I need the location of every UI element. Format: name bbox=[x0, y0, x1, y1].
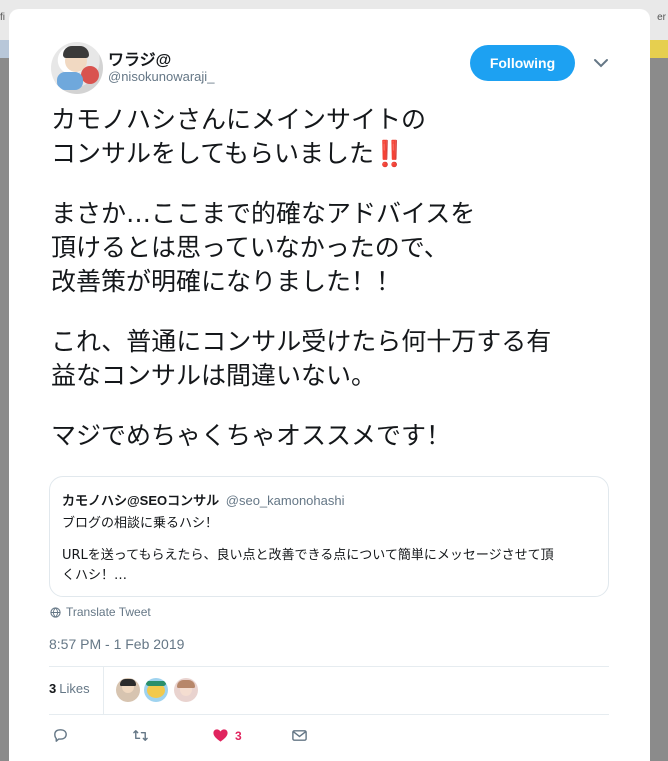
background-text-left: fi bbox=[0, 12, 5, 23]
quoted-text-gap bbox=[62, 534, 596, 546]
tweet-text-line: マジでめちゃくちゃオススメです！ bbox=[51, 421, 452, 450]
envelope-icon bbox=[292, 730, 307, 741]
translate-tweet-link[interactable]: Translate Tweet bbox=[50, 605, 151, 619]
globe-icon bbox=[50, 606, 61, 618]
tweet-text: カモノハシさんにメインサイトの コンサルをしてもらいました‼️ まさか…ここまで… bbox=[51, 103, 631, 453]
quoted-tweet-text: ブログの相談に乗るハシ！ URLを送ってもらえたら、良い点と改善できる点について… bbox=[62, 514, 596, 586]
liker-avatar[interactable] bbox=[144, 678, 168, 702]
tweet-text-line: 益なコンサルは間違いない。 bbox=[51, 361, 377, 390]
tweet-text-line: 頂けるとは思っていなかったので、 bbox=[51, 233, 449, 262]
display-name[interactable]: ワラジ@ bbox=[108, 46, 171, 70]
chevron-down-icon[interactable] bbox=[591, 55, 611, 71]
quoted-user-handle: @seo_kamonohashi bbox=[225, 493, 345, 508]
avatar-body bbox=[57, 72, 83, 90]
retweet-icon bbox=[133, 730, 148, 741]
quoted-text-line: くハシ！… bbox=[62, 568, 128, 583]
likes-label: Likes bbox=[59, 681, 90, 696]
likes-summary[interactable]: 3 Likes bbox=[49, 681, 90, 696]
tweet-text-line: これ、普通にコンサル受けたら何十万する有 bbox=[51, 327, 552, 356]
tweet-text-gap bbox=[51, 299, 631, 325]
tweet-text-line: まさか…ここまで的確なアドバイスを bbox=[51, 199, 476, 228]
heart-icon bbox=[213, 729, 228, 742]
double-exclamation-emoji: ‼️ bbox=[374, 139, 406, 168]
likes-divider bbox=[103, 666, 104, 714]
avatar[interactable] bbox=[51, 42, 103, 94]
direct-message-button[interactable] bbox=[291, 727, 308, 744]
avatar-hair bbox=[63, 46, 89, 58]
liker-avatar[interactable] bbox=[174, 678, 198, 702]
avatar-ball bbox=[81, 66, 99, 84]
likes-count: 3 bbox=[49, 681, 57, 696]
quoted-display-name: カモノハシ@SEOコンサル bbox=[62, 493, 220, 508]
user-handle[interactable]: @nisokunowaraji_ bbox=[108, 69, 214, 84]
tweet-timestamp[interactable]: 8:57 PM - 1 Feb 2019 bbox=[49, 636, 184, 652]
quoted-text-line: ブログの相談に乗るハシ！ bbox=[62, 516, 219, 531]
quoted-tweet[interactable]: カモノハシ@SEOコンサル @seo_kamonohashi ブログの相談に乗る… bbox=[49, 476, 609, 597]
reply-icon bbox=[54, 729, 67, 742]
divider bbox=[49, 714, 609, 715]
tweet-text-gap bbox=[51, 393, 631, 419]
tweet-text-line: コンサルをしてもらいました‼️ bbox=[51, 137, 631, 171]
tweet-text-line-content: コンサルをしてもらいました bbox=[51, 139, 375, 168]
reply-button[interactable] bbox=[52, 727, 69, 744]
like-count: 3 bbox=[235, 728, 242, 743]
divider bbox=[49, 666, 609, 667]
quoted-tweet-header: カモノハシ@SEOコンサル @seo_kamonohashi bbox=[62, 490, 596, 509]
tweet-text-gap bbox=[51, 171, 631, 197]
like-button[interactable]: 3 bbox=[212, 727, 242, 744]
tweet-card: ワラジ@ @nisokunowaraji_ Following カモノハシさんに… bbox=[9, 9, 650, 761]
quoted-text-line: URLを送ってもらえたら、良い点と改善できる点について簡単にメッセージさせて頂 bbox=[62, 548, 554, 563]
tweet-text-line: カモノハシさんにメインサイトの bbox=[51, 105, 427, 134]
tweet-text-line: 改善策が明確になりました！！ bbox=[51, 267, 402, 296]
retweet-button[interactable] bbox=[132, 727, 149, 744]
liker-avatar[interactable] bbox=[116, 678, 140, 702]
translate-label: Translate Tweet bbox=[66, 605, 151, 619]
following-button[interactable]: Following bbox=[470, 45, 575, 81]
background-text-right: er bbox=[657, 12, 666, 23]
